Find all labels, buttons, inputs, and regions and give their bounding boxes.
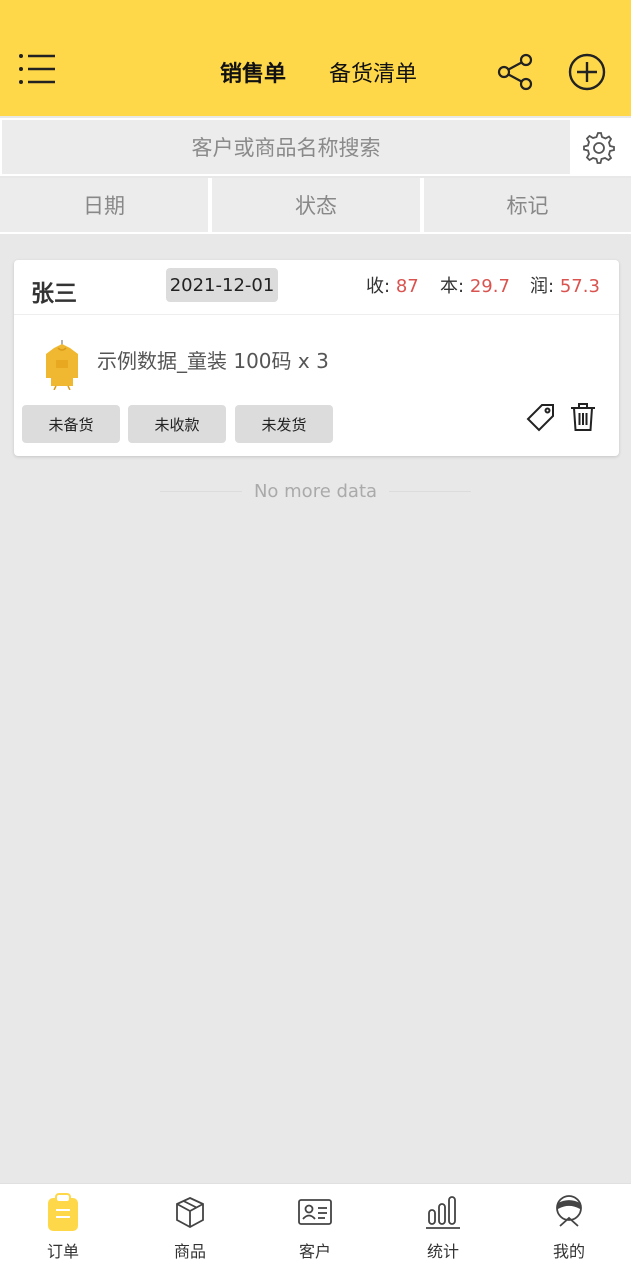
not-stocked-button[interactable]: 未备货 <box>22 405 120 443</box>
tab-profile-label: 我的 <box>552 1242 585 1261</box>
profit-value: 57.3 <box>559 276 600 297</box>
not-shipped-button[interactable]: 未发货 <box>235 405 333 443</box>
cost-value: 29.7 <box>469 276 510 297</box>
gear-icon[interactable] <box>580 130 616 166</box>
order-card[interactable]: 张三 2021-12-01 收: 87 本: 29.7 润: 57.3 示例数据… <box>14 260 619 456</box>
received-value: 87 <box>395 276 419 297</box>
received-label: 收: <box>366 276 391 297</box>
cost-label: 本: <box>440 276 465 297</box>
contact-card-icon <box>296 1192 334 1232</box>
app-header: 销售单 备货清单 <box>0 0 631 116</box>
list-end-indicator: No more data <box>160 478 471 504</box>
filter-date[interactable]: 日期 <box>0 178 208 232</box>
order-date: 2021-12-01 <box>166 268 278 302</box>
tab-orders[interactable]: 订单 <box>0 1184 126 1280</box>
tag-icon[interactable] <box>526 402 556 432</box>
profit-label: 润: <box>530 276 555 297</box>
bar-chart-icon <box>424 1192 462 1232</box>
clipboard-icon <box>44 1192 82 1232</box>
customer-name: 张三 <box>31 281 77 307</box>
filter-mark[interactable]: 标记 <box>424 178 631 232</box>
received-stat: 收: 87 <box>366 272 419 298</box>
tab-customers-label: 客户 <box>298 1242 331 1261</box>
filter-status[interactable]: 状态 <box>212 178 420 232</box>
menu-icon[interactable] <box>18 52 56 88</box>
item-description: 示例数据_童装 100码 x 3 <box>97 349 329 373</box>
tab-products-label: 商品 <box>173 1242 206 1261</box>
no-more-text: No more data <box>253 480 378 502</box>
tab-statistics-label: 统计 <box>426 1242 459 1261</box>
not-paid-button[interactable]: 未收款 <box>128 405 226 443</box>
search-row: 客户或商品名称搜索 <box>0 118 631 176</box>
trash-icon[interactable] <box>569 402 597 432</box>
box-icon <box>171 1192 209 1232</box>
card-divider <box>14 314 619 315</box>
tab-customers[interactable]: 客户 <box>252 1184 378 1280</box>
profile-icon <box>550 1192 588 1232</box>
share-icon[interactable] <box>496 52 536 92</box>
product-thumbnail <box>42 338 82 391</box>
filter-row: 日期 状态 标记 <box>0 178 631 234</box>
search-input[interactable]: 客户或商品名称搜索 <box>2 120 570 174</box>
tab-stock-list[interactable]: 备货清单 <box>329 56 417 88</box>
tab-orders-label: 订单 <box>46 1242 79 1261</box>
tab-profile[interactable]: 我的 <box>506 1184 631 1280</box>
profit-stat: 润: 57.3 <box>530 272 600 298</box>
tab-sales-order[interactable]: 销售单 <box>220 56 286 88</box>
tab-products[interactable]: 商品 <box>127 1184 253 1280</box>
cost-stat: 本: 29.7 <box>440 272 510 298</box>
add-circle-icon[interactable] <box>567 52 607 92</box>
bottom-tabbar: 订单 商品 客户 统计 我的 <box>0 1183 631 1280</box>
tab-statistics[interactable]: 统计 <box>380 1184 506 1280</box>
